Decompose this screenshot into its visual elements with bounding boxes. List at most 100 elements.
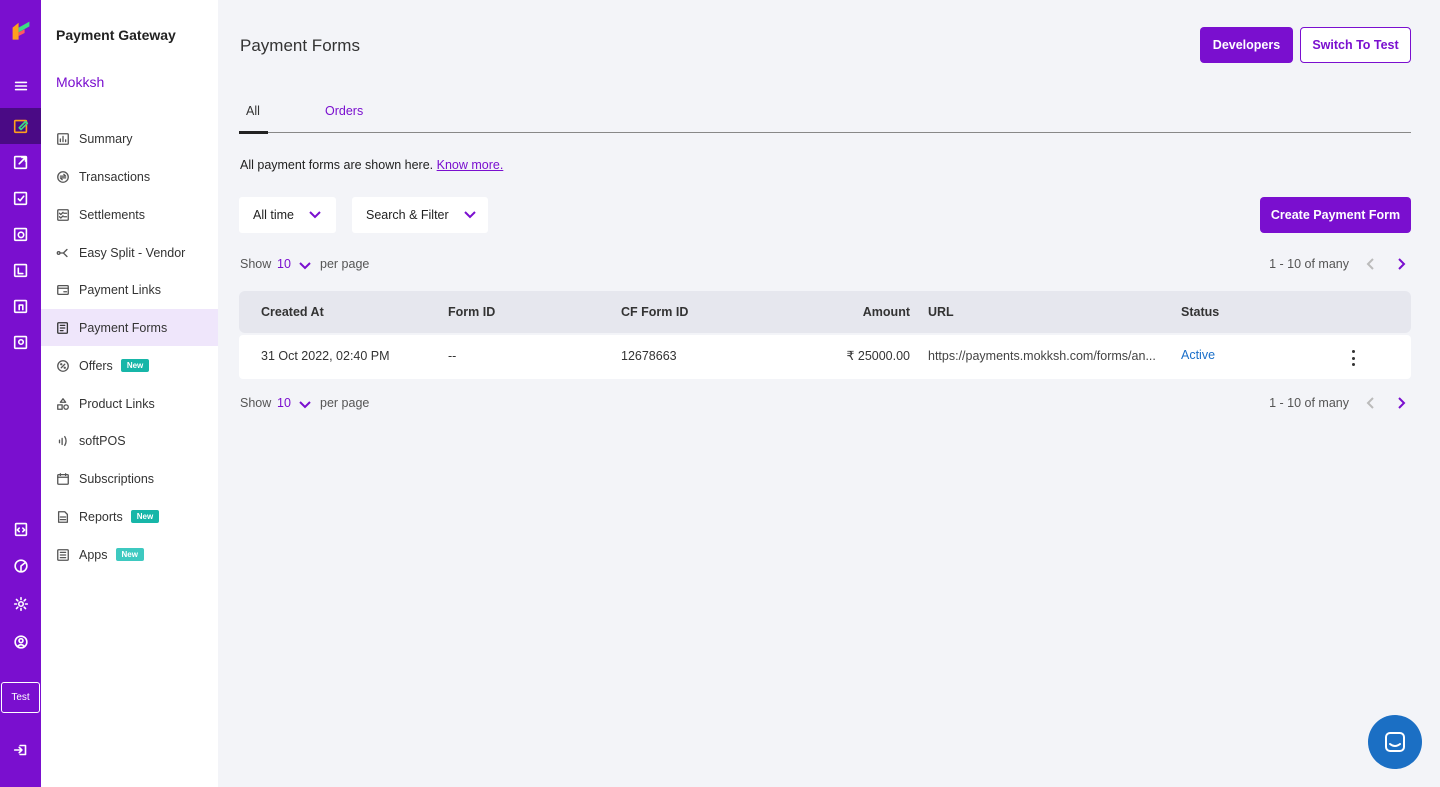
chevron-right-icon[interactable] bbox=[1392, 394, 1410, 415]
page-title: Payment Forms bbox=[240, 36, 360, 55]
chevron-down-icon[interactable] bbox=[297, 257, 313, 276]
calendar-icon bbox=[55, 471, 71, 487]
sidebar-item-transactions[interactable]: Transactions bbox=[41, 158, 218, 195]
settings-icon[interactable] bbox=[0, 586, 41, 622]
transactions-icon bbox=[55, 169, 71, 185]
column-url[interactable]: URL bbox=[928, 305, 954, 319]
search-filter-label: Search & Filter bbox=[366, 208, 449, 222]
sidebar-item-label: Payment Links bbox=[79, 282, 161, 297]
time-filter-dropdown[interactable]: All time bbox=[239, 197, 336, 233]
store-icon[interactable] bbox=[0, 288, 41, 324]
per-page-select[interactable]: 10 bbox=[277, 396, 291, 410]
tab-orders[interactable]: Orders bbox=[325, 104, 363, 118]
nfc-icon bbox=[55, 433, 71, 449]
developer-icon[interactable] bbox=[0, 511, 41, 547]
column-cf-form-id[interactable]: CF Form ID bbox=[621, 305, 688, 319]
url-cell[interactable]: https://payments.mokksh.com/forms/an... bbox=[928, 349, 1156, 363]
pagination-bottom: Show 10 per page 1 - 10 of many bbox=[240, 394, 1412, 414]
chevron-down-icon bbox=[309, 211, 321, 219]
amount-cell: ₹ 25000.00 bbox=[846, 349, 910, 363]
info-message: All payment forms are shown here. bbox=[240, 158, 434, 172]
sidebar-item-label: Summary bbox=[79, 131, 133, 146]
test-mode-button[interactable]: Test bbox=[1, 682, 40, 713]
table-row[interactable]: 31 Oct 2022, 02:40 PM -- 12678663 ₹ 2500… bbox=[239, 335, 1411, 379]
form-icon bbox=[55, 320, 71, 336]
sidebar-item-apps[interactable]: Apps New bbox=[41, 536, 218, 573]
sidebar-item-payment-links[interactable]: Payment Links bbox=[41, 271, 218, 308]
create-payment-form-button[interactable]: Create Payment Form bbox=[1260, 197, 1411, 233]
sidebar-item-softpos[interactable]: softPOS bbox=[41, 422, 218, 459]
profile-icon[interactable] bbox=[0, 624, 41, 660]
secure-id-icon[interactable] bbox=[0, 324, 41, 360]
column-created-at[interactable]: Created At bbox=[261, 305, 324, 319]
status-badge: Active bbox=[1181, 348, 1216, 362]
icon-rail: Test bbox=[0, 0, 41, 787]
know-more-link[interactable]: Know more. bbox=[437, 158, 504, 172]
logout-icon[interactable] bbox=[0, 732, 41, 768]
created-at-cell: 31 Oct 2022, 02:40 PM bbox=[261, 349, 390, 363]
sidebar-item-label: Reports bbox=[79, 509, 123, 524]
apps-icon bbox=[55, 547, 71, 563]
column-form-id[interactable]: Form ID bbox=[448, 305, 495, 319]
chevron-down-icon[interactable] bbox=[297, 396, 313, 415]
per-page-label: per page bbox=[320, 257, 370, 271]
subscriptions-icon[interactable] bbox=[0, 216, 41, 252]
sidebar-item-label: Apps bbox=[79, 547, 108, 562]
page-range: 1 - 10 of many bbox=[1269, 257, 1349, 271]
chevron-left-icon[interactable] bbox=[1362, 255, 1380, 276]
logo-icon[interactable] bbox=[0, 12, 41, 48]
sidebar-item-reports[interactable]: Reports New bbox=[41, 498, 218, 535]
page-range: 1 - 10 of many bbox=[1269, 396, 1349, 410]
sidebar-item-summary[interactable]: Summary bbox=[41, 120, 218, 157]
split-icon bbox=[55, 245, 71, 261]
sidebar-item-label: softPOS bbox=[79, 433, 126, 448]
info-text: All payment forms are shown here. Know m… bbox=[240, 158, 503, 172]
sidebar-item-label: Subscriptions bbox=[79, 471, 155, 486]
chat-icon bbox=[1385, 732, 1405, 752]
sidebar-item-settlements[interactable]: Settlements bbox=[41, 196, 218, 233]
main-content: Payment Forms Developers Switch To Test … bbox=[218, 0, 1440, 787]
active-tab-indicator bbox=[239, 131, 268, 134]
chat-support-button[interactable] bbox=[1368, 715, 1422, 769]
show-label: Show bbox=[240, 257, 272, 271]
product-title: Payment Gateway bbox=[56, 27, 176, 43]
per-page-select[interactable]: 10 bbox=[277, 257, 291, 271]
column-amount[interactable]: Amount bbox=[863, 305, 910, 319]
cf-form-id-cell: 12678663 bbox=[621, 349, 677, 363]
merchant-name[interactable]: Mokksh bbox=[56, 74, 104, 90]
tab-all[interactable]: All bbox=[246, 104, 260, 118]
search-filter-dropdown[interactable]: Search & Filter bbox=[352, 197, 488, 233]
more-options-icon[interactable] bbox=[1345, 350, 1361, 366]
sidebar-item-subscriptions[interactable]: Subscriptions bbox=[41, 460, 218, 497]
analytics-icon[interactable] bbox=[0, 548, 41, 584]
pagination-top: Show 10 per page 1 - 10 of many bbox=[240, 255, 1412, 275]
time-filter-label: All time bbox=[253, 208, 294, 222]
menu-icon[interactable] bbox=[0, 68, 41, 104]
payouts-icon[interactable] bbox=[0, 144, 41, 180]
forms-icon[interactable] bbox=[0, 252, 41, 288]
new-badge: New bbox=[115, 548, 144, 561]
product-icon bbox=[55, 396, 71, 412]
sidebar-item-payment-forms[interactable]: Payment Forms bbox=[41, 309, 218, 346]
link-icon bbox=[55, 282, 71, 298]
sidebar-item-label: Transactions bbox=[79, 169, 151, 184]
sidebar-item-offers[interactable]: Offers New bbox=[41, 347, 218, 384]
developers-button[interactable]: Developers bbox=[1200, 27, 1293, 63]
sidebar-item-label: Easy Split - Vendor bbox=[79, 245, 186, 260]
show-label: Show bbox=[240, 396, 272, 410]
column-status[interactable]: Status bbox=[1181, 305, 1219, 319]
verification-icon[interactable] bbox=[0, 180, 41, 216]
offer-icon bbox=[55, 358, 71, 374]
new-badge: New bbox=[130, 510, 160, 523]
chevron-left-icon[interactable] bbox=[1362, 394, 1380, 415]
sidebar-item-label: Payment Forms bbox=[79, 320, 168, 335]
sidebar-item-label: Offers bbox=[79, 358, 113, 373]
table-header: Created At Form ID CF Form ID Amount URL… bbox=[239, 291, 1411, 333]
sidebar-item-easy-split[interactable]: Easy Split - Vendor bbox=[41, 234, 218, 271]
sidebar-item-product-links[interactable]: Product Links bbox=[41, 385, 218, 422]
chevron-right-icon[interactable] bbox=[1392, 255, 1410, 276]
tab-bar: All Orders bbox=[239, 96, 1411, 134]
chevron-down-icon bbox=[463, 211, 476, 219]
switch-to-test-button[interactable]: Switch To Test bbox=[1300, 27, 1411, 63]
payment-gateway-icon[interactable] bbox=[0, 108, 41, 144]
